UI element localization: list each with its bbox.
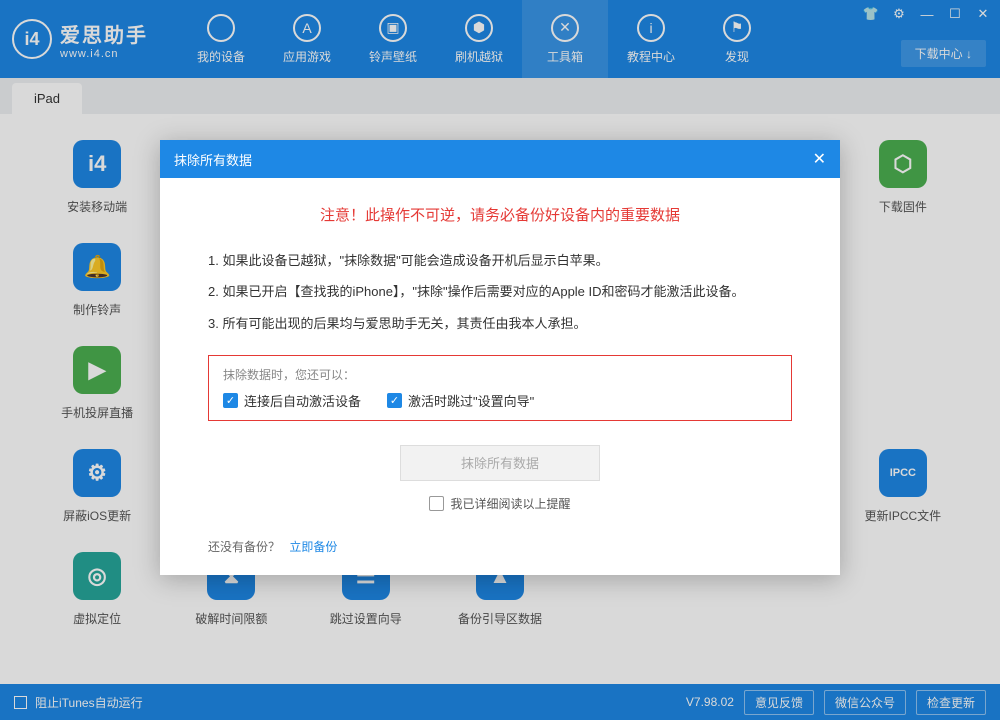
notes-list: 1. 如果此设备已越狱，"抹除数据"可能会造成设备开机后显示白苹果。 2. 如果… [208, 247, 792, 337]
erase-data-dialog: 抹除所有数据 ✕ 注意！此操作不可逆，请务必备份好设备内的重要数据 1. 如果此… [160, 140, 840, 575]
checkbox-checked-icon: ✓ [223, 393, 238, 408]
checkbox-checked-icon: ✓ [387, 393, 402, 408]
warning-text: 注意！此操作不可逆，请务必备份好设备内的重要数据 [208, 204, 792, 225]
dialog-close-icon[interactable]: ✕ [813, 149, 826, 169]
options-title: 抹除数据时，您还可以： [223, 366, 777, 383]
confirm-label: 我已详细阅读以上提醒 [450, 495, 570, 512]
confirm-checkbox[interactable] [429, 496, 444, 511]
note-2: 2. 如果已开启【查找我的iPhone】，"抹除"操作后需要对应的Apple I… [208, 278, 792, 305]
modal-overlay: 抹除所有数据 ✕ 注意！此操作不可逆，请务必备份好设备内的重要数据 1. 如果此… [0, 0, 1000, 720]
erase-button[interactable]: 抹除所有数据 [400, 445, 600, 481]
backup-question: 还没有备份？ [208, 540, 280, 554]
note-3: 3. 所有可能出现的后果均与爱思助手无关，其责任由我本人承担。 [208, 310, 792, 337]
option-skip-setup[interactable]: ✓ 激活时跳过"设置向导" [387, 391, 534, 410]
note-1: 1. 如果此设备已越狱，"抹除数据"可能会造成设备开机后显示白苹果。 [208, 247, 792, 274]
options-box: 抹除数据时，您还可以： ✓ 连接后自动激活设备 ✓ 激活时跳过"设置向导" [208, 355, 792, 421]
dialog-title: 抹除所有数据 [174, 150, 252, 169]
option-auto-activate[interactable]: ✓ 连接后自动激活设备 [223, 391, 361, 410]
backup-link[interactable]: 立即备份 [289, 540, 337, 554]
